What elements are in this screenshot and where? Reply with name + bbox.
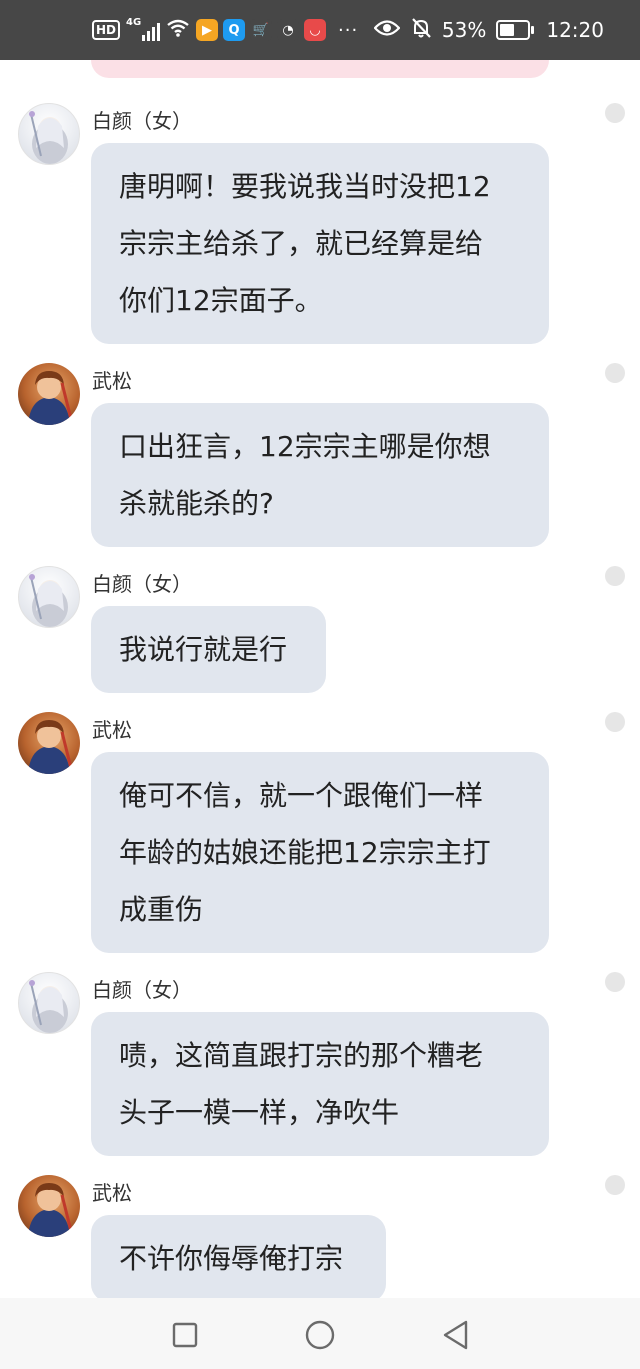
previous-message-bubble[interactable] [91, 60, 549, 78]
avatar-wusong[interactable] [18, 1175, 80, 1237]
signal-icon: 4G [126, 17, 161, 41]
message-status-dot [605, 712, 625, 732]
wifi-icon [166, 18, 190, 42]
battery-icon [496, 20, 535, 40]
shop-app-icon: 🛒 [250, 19, 273, 41]
message-bubble[interactable]: 啧，这简直跟打宗的那个糟老 头子一模一样，净吹牛 [91, 1012, 549, 1156]
message-status-dot [605, 103, 625, 123]
sender-name: 武松 [92, 1181, 132, 1205]
video-app-icon: ▶ [196, 19, 219, 41]
chat-area[interactable]: 白颜（女） 唐明啊！要我说我当时没把12 宗宗主给杀了，就已经算是给 你们12宗面子。… [0, 60, 640, 1298]
sender-name: 白颜（女） [92, 978, 192, 1002]
message-line: 我说行就是行 [119, 633, 288, 666]
clock: 12:20 [546, 18, 604, 42]
eye-icon [373, 18, 401, 42]
message-bubble[interactable]: 口出狂言，12宗宗主哪是你想 杀就能杀的? [91, 403, 549, 547]
status-left: HD 4G ▶ Q 🛒 ◔ ◡ ··· [92, 0, 358, 60]
message-bubble[interactable]: 我说行就是行 [91, 606, 326, 693]
sender-name: 武松 [92, 718, 132, 742]
status-right: 53% 12:20 [373, 0, 604, 60]
avatar-baiyan[interactable] [18, 566, 80, 628]
message-line: 唐明啊！要我说我当时没把12 [119, 170, 491, 203]
status-bar: HD 4G ▶ Q 🛒 ◔ ◡ ··· 53% 12:20 [0, 0, 640, 60]
app-notification-icons: ▶ Q 🛒 ◔ ◡ [196, 19, 327, 41]
network-type: 4G [126, 17, 142, 28]
avatar-wusong[interactable] [18, 712, 80, 774]
message-status-dot [605, 363, 625, 383]
circle-icon [305, 1320, 335, 1350]
message-status-dot [605, 972, 625, 992]
sender-name: 武松 [92, 369, 132, 393]
message-line: 杀就能杀的? [119, 487, 274, 520]
message-line: 口出狂言，12宗宗主哪是你想 [119, 430, 491, 463]
more-notifications-icon: ··· [338, 19, 359, 41]
message-line: 啧，这简直跟打宗的那个糟老 [119, 1039, 484, 1072]
message-line: 宗宗主给杀了，就已经算是给 [119, 227, 484, 260]
sender-name: 白颜（女） [92, 572, 192, 596]
avatar-baiyan[interactable] [18, 972, 80, 1034]
navigation-bar [0, 1298, 640, 1369]
message-line: 不许你侮辱俺打宗 [119, 1242, 344, 1275]
message-bubble[interactable]: 不许你侮辱俺打宗 [91, 1215, 386, 1298]
message-bubble[interactable]: 唐明啊！要我说我当时没把12 宗宗主给杀了，就已经算是给 你们12宗面子。 [91, 143, 549, 344]
battery-percent: 53% [441, 18, 487, 42]
avatar-baiyan[interactable] [18, 103, 80, 165]
mute-bell-icon [410, 17, 432, 44]
square-icon [172, 1322, 198, 1348]
message-line: 你们12宗面子。 [119, 284, 323, 317]
message-line: 头子一模一样，净吹牛 [119, 1096, 400, 1129]
sender-name: 白颜（女） [92, 109, 192, 133]
message-line: 年龄的姑娘还能把12宗宗主打 [119, 836, 491, 869]
message-status-dot [605, 566, 625, 586]
search-app-icon: Q [223, 19, 246, 41]
back-triangle-icon [443, 1320, 468, 1350]
avatar-wusong[interactable] [18, 363, 80, 425]
huawei-mall-icon: ◡ [304, 19, 327, 41]
home-button[interactable] [305, 1320, 335, 1350]
ball-app-icon: ◔ [277, 19, 300, 41]
message-line: 俺可不信，就一个跟俺们一样 [119, 779, 484, 812]
back-button[interactable] [440, 1320, 470, 1350]
hd-icon: HD [92, 20, 121, 40]
message-bubble[interactable]: 俺可不信，就一个跟俺们一样 年龄的姑娘还能把12宗宗主打 成重伤 [91, 752, 549, 953]
message-status-dot [605, 1175, 625, 1195]
message-line: 成重伤 [119, 893, 204, 926]
recent-apps-button[interactable] [170, 1320, 200, 1350]
